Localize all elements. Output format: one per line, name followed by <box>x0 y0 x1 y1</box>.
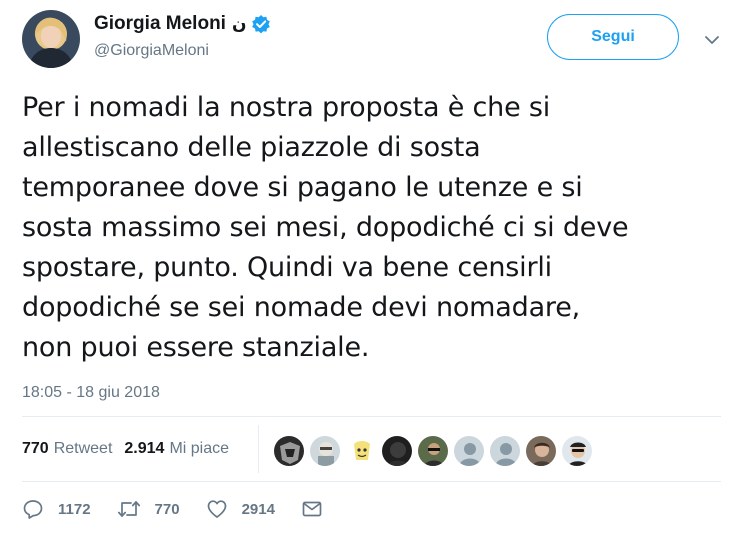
author-names: Giorgia Meloni ن @GiorgiaMeloni <box>94 12 271 60</box>
retweet-button[interactable]: 770 <box>117 498 180 520</box>
likes-count: 2.914 <box>124 440 165 457</box>
like-count: 2914 <box>241 500 275 518</box>
follow-button[interactable]: Segui <box>547 14 679 60</box>
liker-avatars <box>273 435 597 467</box>
tweet-header: Giorgia Meloni ن @GiorgiaMeloni Segui <box>22 10 722 70</box>
direct-message-button[interactable] <box>301 498 337 520</box>
retweets-count: 770 <box>22 440 49 457</box>
verified-badge-icon <box>251 14 271 34</box>
retweet-icon <box>117 501 140 517</box>
liker-avatar[interactable] <box>381 435 413 467</box>
tweet-timestamp[interactable]: 18:05 - 18 giu 2018 <box>22 384 160 402</box>
liker-avatar[interactable] <box>489 435 521 467</box>
liker-avatar[interactable] <box>417 435 449 467</box>
liker-avatar[interactable] <box>273 435 305 467</box>
chevron-down-icon[interactable] <box>704 32 720 48</box>
likes-stat[interactable]: 2.914 Mi piace <box>124 440 229 458</box>
liker-avatar[interactable] <box>345 435 377 467</box>
author-handle[interactable]: @GiorgiaMeloni <box>94 42 271 60</box>
liker-avatar[interactable] <box>525 435 557 467</box>
direct-message-icon <box>302 501 322 517</box>
divider <box>22 416 721 417</box>
retweet-count: 770 <box>154 500 180 518</box>
liker-avatar[interactable] <box>561 435 593 467</box>
tweet-actions: 1172 770 2914 <box>22 494 363 524</box>
tweet-text: Per i nomadi la nostra proposta è che si… <box>22 92 629 363</box>
stats-separator <box>258 425 259 473</box>
like-icon <box>207 500 226 518</box>
reply-count: 1172 <box>58 500 91 518</box>
liker-avatar[interactable] <box>453 435 485 467</box>
divider <box>22 481 721 482</box>
reply-button[interactable]: 1172 <box>22 498 91 520</box>
author-display-name[interactable]: Giorgia Meloni <box>94 13 226 35</box>
liker-avatar[interactable] <box>309 435 341 467</box>
author-avatar[interactable] <box>22 10 80 68</box>
retweets-label: Retweet <box>53 440 113 457</box>
author-name-row: Giorgia Meloni ن <box>94 12 271 36</box>
like-button[interactable]: 2914 <box>206 498 275 520</box>
author-name-suffix: ن <box>231 14 247 34</box>
likes-label: Mi piace <box>169 440 230 457</box>
reply-icon <box>23 500 43 519</box>
tweet-stats: 770 Retweet 2.914 Mi piace <box>22 431 229 467</box>
retweets-stat[interactable]: 770 Retweet <box>22 440 112 458</box>
